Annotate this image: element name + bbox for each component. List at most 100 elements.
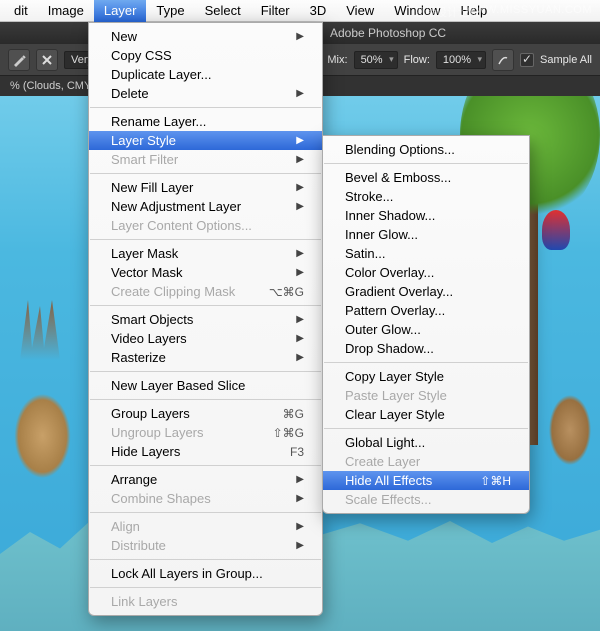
- layer-style-separator: [324, 163, 528, 164]
- layer-menu-item-smart-filter: Smart Filter▶: [89, 150, 322, 169]
- flow-value-select[interactable]: 100%: [436, 51, 486, 69]
- layer-menu-item-layer-content-options: Layer Content Options...: [89, 216, 322, 235]
- layer-menu-item-new[interactable]: New▶: [89, 27, 322, 46]
- app-title: Adobe Photoshop CC: [330, 26, 446, 40]
- menu-item-label: Smart Objects: [111, 312, 276, 327]
- menu-item-shortcut: ⇧⌘G: [273, 426, 304, 440]
- layer-style-item-copy-layer-style[interactable]: Copy Layer Style: [323, 367, 529, 386]
- layer-style-item-hide-all-effects[interactable]: Hide All Effects⇧⌘H: [323, 471, 529, 490]
- layer-menu-item-vector-mask[interactable]: Vector Mask▶: [89, 263, 322, 282]
- layer-menu-item-layer-mask[interactable]: Layer Mask▶: [89, 244, 322, 263]
- layer-style-item-gradient-overlay[interactable]: Gradient Overlay...: [323, 282, 529, 301]
- submenu-arrow-icon: ▶: [296, 540, 304, 551]
- menu-item-label: Blending Options...: [345, 142, 511, 157]
- layer-style-item-bevel-emboss[interactable]: Bevel & Emboss...: [323, 168, 529, 187]
- layer-style-item-satin[interactable]: Satin...: [323, 244, 529, 263]
- menu-item-label: Inner Glow...: [345, 227, 511, 242]
- brush-cross-icon[interactable]: [36, 49, 58, 71]
- layer-style-item-outer-glow[interactable]: Outer Glow...: [323, 320, 529, 339]
- layer-style-item-pattern-overlay[interactable]: Pattern Overlay...: [323, 301, 529, 320]
- layer-menu-separator: [90, 559, 321, 560]
- layer-style-item-paste-layer-style: Paste Layer Style: [323, 386, 529, 405]
- sample-all-checkbox[interactable]: [520, 53, 534, 67]
- layer-menu-item-link-layers: Link Layers: [89, 592, 322, 611]
- menubar-item-select[interactable]: Select: [195, 0, 251, 22]
- mix-value-select[interactable]: 50%: [354, 51, 398, 69]
- layer-menu-item-arrange[interactable]: Arrange▶: [89, 470, 322, 489]
- layer-style-item-inner-shadow[interactable]: Inner Shadow...: [323, 206, 529, 225]
- layer-menu-item-duplicate-layer[interactable]: Duplicate Layer...: [89, 65, 322, 84]
- menu-item-label: Vector Mask: [111, 265, 276, 280]
- layer-style-separator: [324, 362, 528, 363]
- menu-item-label: Scale Effects...: [345, 492, 511, 507]
- menu-item-label: Ungroup Layers: [111, 425, 253, 440]
- layer-menu-item-new-adjustment-layer[interactable]: New Adjustment Layer▶: [89, 197, 322, 216]
- parrot-graphic: [542, 210, 570, 250]
- layer-menu-item-rasterize[interactable]: Rasterize ▶: [89, 348, 322, 367]
- menu-item-shortcut: F3: [290, 445, 304, 459]
- layer-style-item-global-light[interactable]: Global Light...: [323, 433, 529, 452]
- menubar-item-dit[interactable]: dit: [4, 0, 38, 22]
- menu-item-label: Gradient Overlay...: [345, 284, 511, 299]
- submenu-arrow-icon: ▶: [296, 248, 304, 259]
- layer-style-item-scale-effects: Scale Effects...: [323, 490, 529, 509]
- layer-style-item-stroke[interactable]: Stroke...: [323, 187, 529, 206]
- menubar-item-filter[interactable]: Filter: [251, 0, 300, 22]
- menu-item-label: Bevel & Emboss...: [345, 170, 511, 185]
- layer-menu-item-delete[interactable]: Delete▶: [89, 84, 322, 103]
- menu-item-label: Copy Layer Style: [345, 369, 511, 384]
- menu-item-label: New: [111, 29, 276, 44]
- menu-item-label: Hide Layers: [111, 444, 270, 459]
- menu-item-label: Drop Shadow...: [345, 341, 511, 356]
- layer-menu-separator: [90, 399, 321, 400]
- layer-style-item-color-overlay[interactable]: Color Overlay...: [323, 263, 529, 282]
- layer-menu-item-lock-all-layers-in-group[interactable]: Lock All Layers in Group...: [89, 564, 322, 583]
- layer-menu-item-group-layers[interactable]: Group Layers⌘G: [89, 404, 322, 423]
- squirrel-graphic: [540, 370, 600, 490]
- layer-menu-separator: [90, 465, 321, 466]
- menu-item-label: Align: [111, 519, 276, 534]
- menubar-item-3d[interactable]: 3D: [300, 0, 337, 22]
- menu-item-label: Create Clipping Mask: [111, 284, 249, 299]
- layer-menu-item-smart-objects[interactable]: Smart Objects▶: [89, 310, 322, 329]
- layer-menu-item-new-fill-layer[interactable]: New Fill Layer▶: [89, 178, 322, 197]
- menubar-item-layer[interactable]: Layer: [94, 0, 147, 22]
- menu-item-label: Smart Filter: [111, 152, 276, 167]
- menubar-item-type[interactable]: Type: [146, 0, 194, 22]
- layer-menu-separator: [90, 587, 321, 588]
- layer-menu-item-video-layers[interactable]: Video Layers ▶: [89, 329, 322, 348]
- menu-item-label: Copy CSS: [111, 48, 304, 63]
- layer-menu-item-layer-style[interactable]: Layer Style ▶: [89, 131, 322, 150]
- submenu-arrow-icon: ▶: [296, 182, 304, 193]
- tool-preset-icon[interactable]: [8, 49, 30, 71]
- mix-label: Mix:: [327, 54, 347, 66]
- layer-menu-item-combine-shapes: Combine Shapes▶: [89, 489, 322, 508]
- layer-menu-separator: [90, 173, 321, 174]
- menu-item-label: Layer Style: [111, 133, 276, 148]
- layer-style-item-clear-layer-style[interactable]: Clear Layer Style: [323, 405, 529, 424]
- layer-menu-item-copy-css[interactable]: Copy CSS: [89, 46, 322, 65]
- airbrush-icon[interactable]: [492, 49, 514, 71]
- menu-item-label: Distribute: [111, 538, 276, 553]
- layer-menu-item-hide-layers[interactable]: Hide Layers F3: [89, 442, 322, 461]
- menu-item-label: Rasterize: [111, 350, 276, 365]
- menu-item-shortcut: ⌘G: [283, 407, 304, 421]
- layer-style-item-blending-options[interactable]: Blending Options...: [323, 140, 529, 159]
- layer-menu-item-distribute: Distribute ▶: [89, 536, 322, 555]
- menu-item-label: Stroke...: [345, 189, 511, 204]
- submenu-arrow-icon: ▶: [296, 352, 304, 363]
- submenu-arrow-icon: ▶: [296, 333, 304, 344]
- layer-style-item-drop-shadow[interactable]: Drop Shadow...: [323, 339, 529, 358]
- menu-item-label: Clear Layer Style: [345, 407, 511, 422]
- menu-item-label: Inner Shadow...: [345, 208, 511, 223]
- menubar-item-view[interactable]: View: [336, 0, 384, 22]
- menu-item-label: Global Light...: [345, 435, 511, 450]
- layer-menu-item-new-layer-based-slice[interactable]: New Layer Based Slice: [89, 376, 322, 395]
- layer-style-item-create-layer: Create Layer: [323, 452, 529, 471]
- layer-style-item-inner-glow[interactable]: Inner Glow...: [323, 225, 529, 244]
- menu-item-label: Video Layers: [111, 331, 276, 346]
- layer-menu-item-rename-layer[interactable]: Rename Layer...: [89, 112, 322, 131]
- submenu-arrow-icon: ▶: [296, 135, 304, 146]
- menu-item-label: Hide All Effects: [345, 473, 460, 488]
- menubar-item-image[interactable]: Image: [38, 0, 94, 22]
